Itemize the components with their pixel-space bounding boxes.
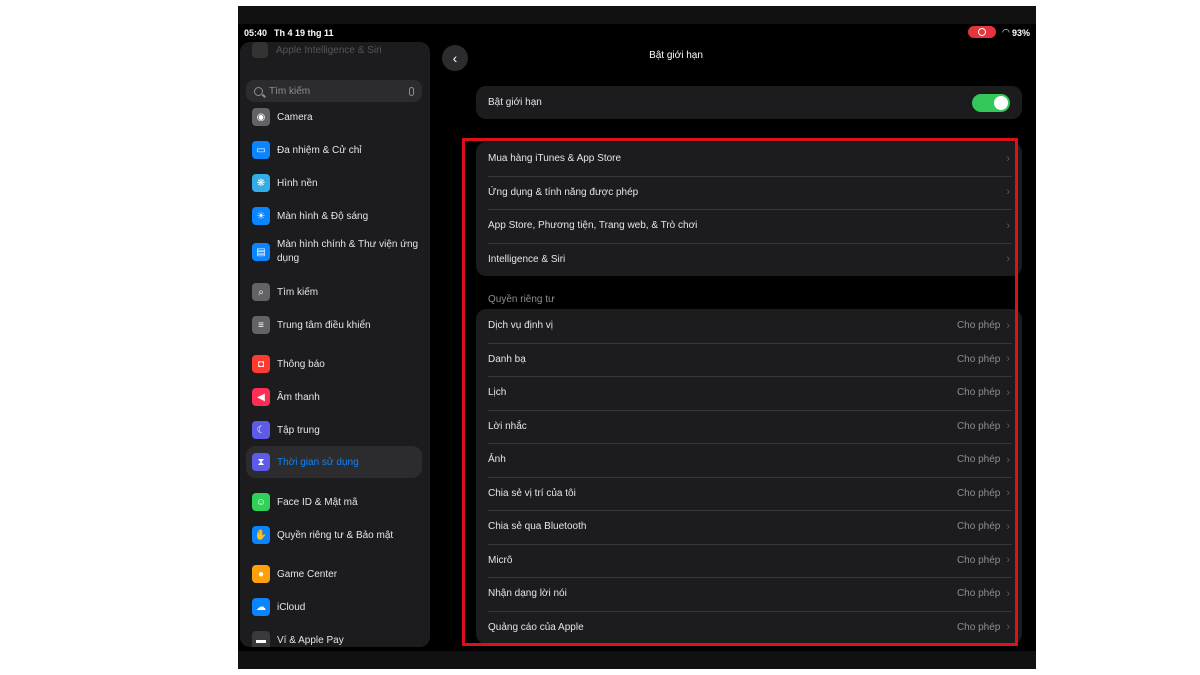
sidebar-item[interactable]: ● Game Center [246, 565, 422, 583]
toggle-label: Bật giới hạn [488, 97, 542, 109]
sidebar-item[interactable]: ◉ Camera [246, 108, 422, 126]
page-title: Bật giới hạn [649, 50, 703, 61]
intelligence-icon [252, 42, 268, 58]
sidebar-item-label: Face ID & Mật mã [277, 496, 358, 508]
notifications-icon: ◘ [252, 355, 270, 373]
sidebar-item[interactable]: ✋ Quyền riêng tư & Bảo mật [246, 526, 422, 544]
sidebar-item-label: Thời gian sử dụng [277, 456, 359, 468]
game-center-icon: ● [252, 565, 270, 583]
search-icon: ⌕ [252, 283, 270, 301]
sound-icon: ◀ [252, 388, 270, 406]
wallet-icon: ▬ [252, 631, 270, 647]
face-id-icon: ☺ [252, 493, 270, 511]
highlight-frame [462, 138, 1018, 646]
toggle-group: Bật giới hạn [476, 86, 1022, 119]
sidebar-item[interactable]: ⌕ Tìm kiếm [246, 283, 422, 301]
ipad-screen: 05:40 Th 4 19 thg 11 ◠ 93% Apple Intelli… [238, 6, 1036, 669]
chevron-left-icon: ‹ [452, 50, 458, 66]
back-button[interactable]: ‹ [442, 45, 468, 71]
battery-percentage: 93% [1012, 28, 1031, 38]
restrictions-toggle[interactable] [972, 93, 1010, 112]
sidebar-item-label: Âm thanh [277, 391, 320, 403]
sidebar-item[interactable]: ▭ Đa nhiệm & Cử chỉ [246, 141, 422, 159]
wallpaper-icon: ❋ [252, 174, 270, 192]
sidebar-item-label: Màn hình chính & Thư viện ứng dụng [277, 239, 419, 264]
sidebar-item[interactable]: ▬ Ví & Apple Pay [246, 631, 422, 647]
sidebar-item[interactable]: ☀ Màn hình & Độ sáng [246, 207, 422, 225]
sidebar-item-faded[interactable]: Apple Intelligence & Siri [252, 42, 382, 58]
sidebar-item-label: Hình nền [277, 177, 318, 189]
sidebar-item[interactable]: ☾ Tập trung [246, 421, 422, 439]
bottom-edge [238, 651, 1036, 669]
sidebar-item-label: Trung tâm điều khiển [277, 319, 371, 331]
icloud-icon: ☁ [252, 598, 270, 616]
sidebar-item-label: Tập trung [277, 424, 320, 436]
search-input[interactable]: Tìm kiếm [246, 80, 422, 102]
sidebar-item[interactable]: ⧗ Thời gian sử dụng [246, 446, 422, 478]
sidebar-item[interactable]: ◘ Thông báo [246, 355, 422, 373]
sidebar-item-label: Ví & Apple Pay [277, 634, 344, 646]
sidebar-item-label: iCloud [277, 601, 306, 613]
sidebar-item-label: Đa nhiệm & Cử chỉ [277, 144, 362, 156]
sidebar-item-label: Game Center [277, 568, 338, 580]
sidebar-item-label: Thông báo [277, 358, 325, 370]
control-center-icon: ≡ [252, 316, 270, 334]
microphone-icon[interactable] [409, 86, 414, 96]
sidebar-item-label: Apple Intelligence & Siri [276, 44, 382, 56]
sidebar-item[interactable]: ▤ Màn hình chính & Thư viện ứng dụng [246, 238, 422, 266]
focus-icon: ☾ [252, 421, 270, 439]
multitasking-icon: ▭ [252, 141, 270, 159]
sidebar-item-label: Camera [277, 111, 313, 123]
screen-time-icon: ⧗ [252, 453, 270, 471]
privacy-icon: ✋ [252, 526, 270, 544]
search-icon [254, 86, 263, 96]
home-screen-icon: ▤ [252, 243, 270, 261]
sidebar-item[interactable]: ☁ iCloud [246, 598, 422, 616]
sidebar-item-label: Quyền riêng tư & Bảo mật [277, 529, 394, 541]
status-time: 05:40 [244, 28, 268, 38]
sidebar-item[interactable]: ◀ Âm thanh [246, 388, 422, 406]
search-placeholder: Tìm kiếm [269, 85, 311, 97]
sidebar-item-label: Tìm kiếm [277, 286, 319, 298]
wifi-icon: ◠ [1002, 27, 1010, 37]
sidebar-item[interactable]: ≡ Trung tâm điều khiển [246, 316, 422, 334]
sidebar-item-label: Màn hình & Độ sáng [277, 210, 369, 222]
camera-icon: ◉ [252, 108, 270, 126]
status-date: Th 4 19 thg 11 [274, 28, 334, 38]
brightness-icon: ☀ [252, 207, 270, 225]
settings-sidebar: Apple Intelligence & Siri Tìm kiếm ◉ Came… [240, 42, 430, 647]
sidebar-item[interactable]: ☺ Face ID & Mật mã [246, 493, 422, 511]
top-edge [238, 6, 1036, 24]
sidebar-item[interactable]: ❋ Hình nền [246, 174, 422, 192]
restrictions-toggle-row: Bật giới hạn [476, 86, 1022, 119]
screen-recording-indicator[interactable] [968, 26, 996, 38]
